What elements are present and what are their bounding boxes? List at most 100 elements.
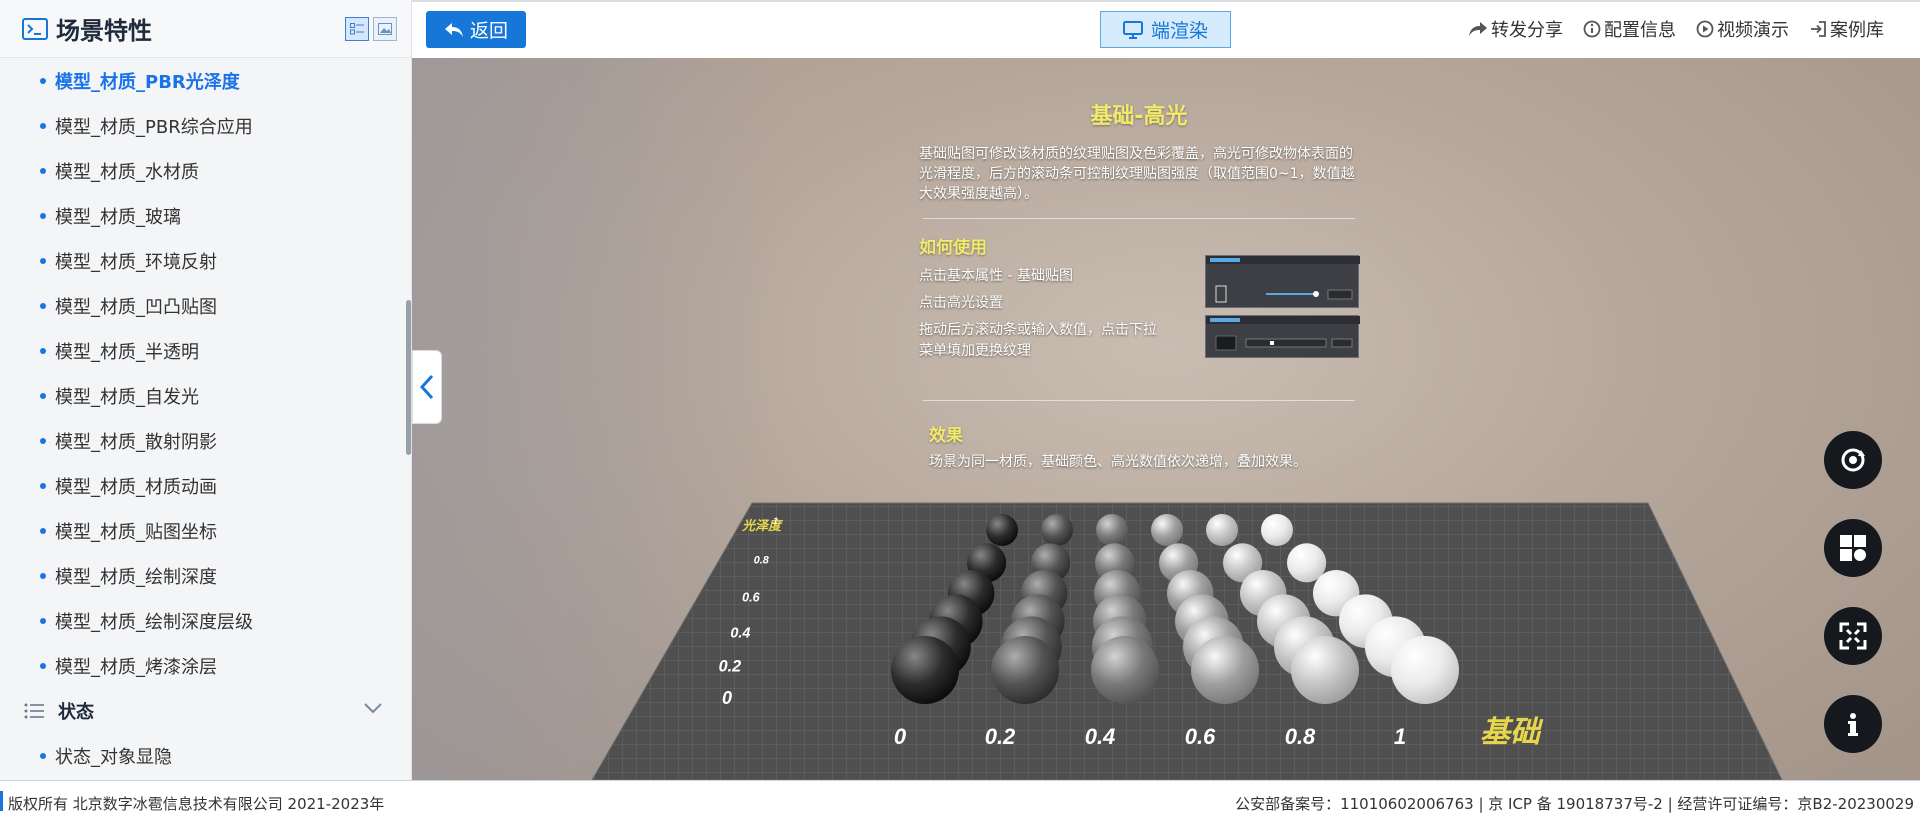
layout-button[interactable] (1824, 519, 1882, 577)
copyright-text: 版权所有 北京数字冰雹信息技术有限公司 2021-2023年 (8, 795, 385, 813)
sidebar-item-uv-coords[interactable]: 模型_材质_贴图坐标 (0, 508, 404, 553)
sidebar-item-label: 模型_材质_凹凸贴图 (55, 296, 217, 318)
material-sphere (1151, 514, 1183, 546)
bullet-dot (40, 662, 46, 669)
rotate-view-button[interactable] (1824, 431, 1882, 489)
monitor-icon (1122, 20, 1143, 39)
image-view-icon (378, 23, 392, 35)
material-sphere (1191, 636, 1259, 704)
sidebar-item-pbr-combined[interactable]: 模型_材质_PBR综合应用 (0, 103, 404, 148)
sidebar-item-label: 模型_材质_PBR光泽度 (55, 71, 240, 93)
footer: 版权所有 北京数字冰雹信息技术有限公司 2021-2023年 公安部备案号：11… (0, 780, 1920, 822)
sidebar-item-label: 模型_材质_材质动画 (55, 476, 217, 498)
fullscreen-icon (1839, 622, 1867, 650)
sidebar-group-state[interactable]: 状态 (0, 688, 404, 733)
back-button-label: 返回 (469, 20, 508, 42)
bullet-dot (40, 752, 46, 759)
sidebar-item-water[interactable]: 模型_材质_水材质 (0, 148, 404, 193)
y-tick-label: 0.8 (754, 555, 769, 567)
image-view-toggle[interactable] (373, 17, 397, 41)
sidebar-header: 场景特性 (0, 0, 411, 58)
sidebar-item-label: 模型_材质_贴图坐标 (55, 521, 217, 543)
sidebar-item-label: 模型_材质_散射阴影 (55, 431, 217, 453)
sidebar-item-translucent[interactable]: 模型_材质_半透明 (0, 328, 404, 373)
share-button[interactable]: 转发分享 (1468, 16, 1563, 42)
sidebar-item-label: 模型_材质_绘制深度 (55, 566, 217, 588)
sidebar-item-object-visibility[interactable]: 状态_对象显隐 (0, 733, 404, 778)
fullscreen-button[interactable] (1824, 607, 1882, 665)
bullet-dot (40, 257, 46, 264)
material-sphere (1091, 636, 1159, 704)
sidebar-item-paint-coating[interactable]: 模型_材质_烤漆涂层 (0, 643, 404, 688)
sidebar-item-label: 模型_材质_玻璃 (55, 206, 181, 228)
config-info-button[interactable]: 配置信息 (1583, 16, 1676, 42)
info-button[interactable] (1824, 695, 1882, 753)
bullet-dot (40, 212, 46, 219)
bullet-dot (40, 572, 46, 579)
sidebar-item-env-reflection[interactable]: 模型_材质_环境反射 (0, 238, 404, 283)
y-tick-label: 0.6 (742, 590, 761, 604)
top-bar: 返回 端渲染 转发分享 配置信息 视频演示 案例库 (412, 0, 1920, 58)
bullet-dot (40, 437, 46, 444)
share-label: 转发分享 (1491, 20, 1563, 41)
sidebar-item-label: 模型_材质_绘制深度层级 (55, 611, 253, 633)
scene-viewport[interactable]: 基础-高光 基础贴图可修改该材质的纹理贴图及色彩覆盖，高光可修改物体表面的光滑程… (412, 58, 1920, 780)
list-view-toggle[interactable] (345, 17, 369, 41)
sidebar-item-pbr-gloss[interactable]: 模型_材质_PBR光泽度 (0, 58, 404, 103)
sidebar-item-label: 模型_材质_水材质 (55, 161, 199, 183)
material-sphere (1096, 514, 1128, 546)
sidebar-scrollbar[interactable] (406, 300, 411, 455)
bullet-dot (40, 122, 46, 129)
sidebar-item-scatter-shadow[interactable]: 模型_材质_散射阴影 (0, 418, 404, 463)
info-circle-icon (1583, 20, 1601, 38)
material-sphere (1041, 514, 1073, 546)
rotate-icon (1841, 448, 1865, 472)
config-info-label: 配置信息 (1604, 20, 1676, 41)
sidebar-item-draw-depth[interactable]: 模型_材质_绘制深度 (0, 553, 404, 598)
bullet-dot (40, 617, 46, 624)
render-mode-label: 端渲染 (1150, 20, 1208, 42)
share-icon (1469, 22, 1487, 36)
x-tick-label: 0.2 (985, 724, 1016, 749)
sidebar-item-glass[interactable]: 模型_材质_玻璃 (0, 193, 404, 238)
view-toggles (345, 17, 397, 41)
case-library-button[interactable]: 案例库 (1809, 16, 1884, 42)
sidebar-item-label: 模型_材质_PBR综合应用 (55, 116, 253, 138)
sidebar-item-label: 模型_材质_半透明 (55, 341, 199, 363)
bullet-dot (40, 347, 46, 354)
info-icon (1848, 713, 1858, 736)
sidebar-item-draw-depth-level[interactable]: 模型_材质_绘制深度层级 (0, 598, 404, 643)
bullet-dot (40, 392, 46, 399)
x-tick-label: 0.4 (1085, 724, 1116, 749)
back-arrow-icon (444, 22, 463, 37)
video-demo-button[interactable]: 视频演示 (1696, 16, 1789, 42)
sidebar-item-material-anim[interactable]: 模型_材质_材质动画 (0, 463, 404, 508)
bullet-dot (40, 167, 46, 174)
bullet-dot (40, 527, 46, 534)
material-sphere (1206, 514, 1238, 546)
sidebar-item-label: 模型_材质_环境反射 (55, 251, 217, 273)
material-sphere (1391, 636, 1459, 704)
chevron-down-icon[interactable] (364, 702, 382, 714)
footer-accent (0, 791, 3, 811)
collapse-sidebar-button[interactable] (412, 350, 442, 424)
sidebar-title: 场景特性 (56, 17, 152, 45)
sidebar-item-bump-map[interactable]: 模型_材质_凹凸贴图 (0, 283, 404, 328)
bullet-dot (40, 77, 46, 84)
bullet-dot (40, 482, 46, 489)
back-button[interactable]: 返回 (426, 11, 526, 48)
chevron-left-icon (420, 374, 434, 400)
video-demo-label: 视频演示 (1717, 20, 1789, 41)
render-mode-button[interactable]: 端渲染 (1100, 11, 1231, 48)
list-icon (24, 703, 44, 718)
material-sphere (1291, 636, 1359, 704)
sidebar-item-emissive[interactable]: 模型_材质_自发光 (0, 373, 404, 418)
material-sphere (1261, 514, 1293, 546)
bullet-dot (40, 302, 46, 309)
terminal-icon (22, 17, 48, 40)
sidebar-item-label: 模型_材质_烤漆涂层 (55, 656, 217, 678)
y-tick-label: 0 (722, 688, 732, 708)
x-axis-title: 基础 (1480, 716, 1544, 749)
license-text: 公安部备案号：11010602006763 | 京 ICP 备 19018737… (1235, 795, 1914, 813)
y-tick-label: 0.2 (719, 658, 742, 676)
